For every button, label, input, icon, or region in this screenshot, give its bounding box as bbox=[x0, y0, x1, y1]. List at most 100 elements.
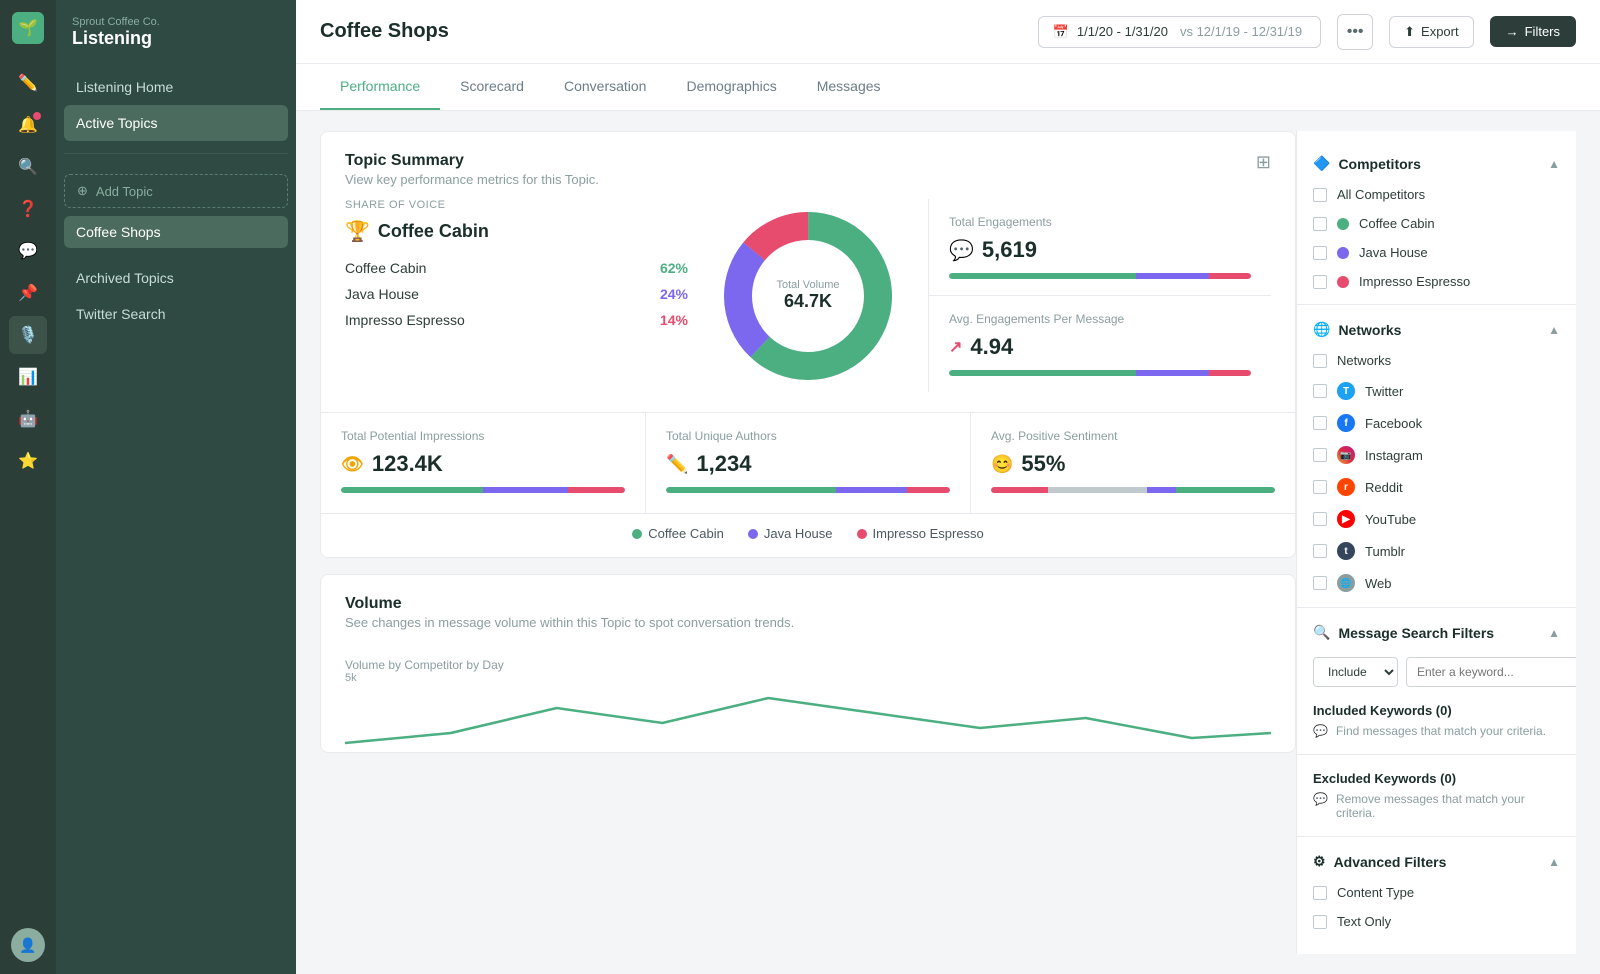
authors-bar bbox=[666, 487, 950, 493]
content-type-item[interactable]: Content Type bbox=[1297, 878, 1576, 907]
legend-dot bbox=[632, 529, 642, 539]
competitor-name: Impresso Espresso bbox=[345, 312, 465, 328]
content-area: Topic Summary View key performance metri… bbox=[296, 111, 1600, 974]
text-only-item[interactable]: Text Only bbox=[1297, 907, 1576, 936]
nav-icon-tasks[interactable]: 📌 bbox=[9, 274, 47, 312]
content-type-checkbox[interactable] bbox=[1313, 886, 1327, 900]
network-web[interactable]: 🌐 Web bbox=[1297, 567, 1576, 599]
competitor-name: Java House bbox=[345, 286, 419, 302]
youtube-icon: ▶ bbox=[1337, 510, 1355, 528]
sidebar-item-active-topics[interactable]: Active Topics bbox=[64, 105, 288, 141]
competitors-section-header[interactable]: 🔷 Competitors ▲ bbox=[1297, 147, 1576, 180]
legend-dot bbox=[857, 529, 867, 539]
export-button[interactable]: ⬆ Export bbox=[1389, 16, 1473, 48]
date-range-text: 1/1/20 - 1/31/20 bbox=[1077, 24, 1168, 39]
tab-performance[interactable]: Performance bbox=[320, 64, 440, 110]
competitor-coffee-cabin[interactable]: Coffee Cabin bbox=[1297, 209, 1576, 238]
network-youtube[interactable]: ▶ YouTube bbox=[1297, 503, 1576, 535]
nav-icon-notifications[interactable]: 🔔 bbox=[9, 106, 47, 144]
content-type-label: Content Type bbox=[1337, 885, 1414, 900]
competitor-java-house[interactable]: Java House bbox=[1297, 238, 1576, 267]
nav-icon-inbox[interactable]: 💬 bbox=[9, 232, 47, 270]
chat-icon: 💬 bbox=[949, 238, 974, 263]
pencil-icon: ✏️ bbox=[666, 454, 688, 475]
all-competitors-item[interactable]: All Competitors bbox=[1297, 180, 1576, 209]
tab-messages[interactable]: Messages bbox=[797, 64, 901, 110]
date-range-button[interactable]: 📅 1/1/20 - 1/31/20 vs 12/1/19 - 12/31/19 bbox=[1038, 16, 1321, 48]
message-search-title: 🔍 Message Search Filters bbox=[1313, 624, 1494, 641]
stat-value: ✏️ 1,234 bbox=[666, 451, 950, 477]
tab-conversation[interactable]: Conversation bbox=[544, 64, 667, 110]
competitor-checkbox[interactable] bbox=[1313, 217, 1327, 231]
chevron-up-icon: ▲ bbox=[1548, 855, 1560, 869]
topic-item-coffee-shops[interactable]: Coffee Shops bbox=[64, 216, 288, 248]
add-topic-button[interactable]: ⊕ Add Topic bbox=[64, 174, 288, 208]
message-search-section-header[interactable]: 🔍 Message Search Filters ▲ bbox=[1297, 616, 1576, 649]
nav-icon-reports[interactable]: 📊 bbox=[9, 358, 47, 396]
network-checkbox[interactable] bbox=[1313, 512, 1327, 526]
network-twitter[interactable]: T Twitter bbox=[1297, 375, 1576, 407]
network-name: Web bbox=[1365, 576, 1392, 591]
competitor-impresso[interactable]: Impresso Espresso bbox=[1297, 267, 1576, 296]
network-name: Twitter bbox=[1365, 384, 1403, 399]
competitors-title: 🔷 Competitors bbox=[1313, 155, 1421, 172]
divider bbox=[1297, 304, 1576, 305]
user-avatar[interactable]: 👤 bbox=[11, 928, 45, 962]
stat-avg-engagements: Avg. Engagements Per Message ↗ 4.94 bbox=[928, 296, 1271, 392]
filters-button[interactable]: → Filters bbox=[1490, 16, 1576, 47]
nav-icon-help[interactable]: ❓ bbox=[9, 190, 47, 228]
tabs-bar: Performance Scorecard Conversation Demog… bbox=[296, 64, 1600, 111]
network-checkbox[interactable] bbox=[1313, 384, 1327, 398]
keyword-input[interactable] bbox=[1406, 657, 1576, 687]
stat-value: 👁 123.4K bbox=[341, 451, 625, 477]
icon-bar: 🌱 ✏️ 🔔 🔍 ❓ 💬 📌 🎙️ 📊 🤖 ⭐ 👤 bbox=[0, 0, 56, 974]
network-instagram[interactable]: 📷 Instagram bbox=[1297, 439, 1576, 471]
advanced-filters-section-header[interactable]: ⚙ Advanced Filters ▲ bbox=[1297, 845, 1576, 878]
competitor-name: Coffee Cabin bbox=[345, 260, 426, 276]
networks-checkbox[interactable] bbox=[1313, 354, 1327, 368]
filter-include-select[interactable]: Include Exclude bbox=[1313, 657, 1398, 687]
tab-scorecard[interactable]: Scorecard bbox=[440, 64, 544, 110]
nav-icon-search[interactable]: 🔍 bbox=[9, 148, 47, 186]
y-axis-label: 5k bbox=[345, 672, 1271, 684]
networks-all-item[interactable]: Networks bbox=[1297, 346, 1576, 375]
network-reddit[interactable]: r Reddit bbox=[1297, 471, 1576, 503]
legend-label: Java House bbox=[764, 526, 833, 541]
network-tumblr[interactable]: t Tumblr bbox=[1297, 535, 1576, 567]
nav-icon-automations[interactable]: 🤖 bbox=[9, 400, 47, 438]
legend-java-house: Java House bbox=[748, 526, 833, 541]
sidebar-link-archived[interactable]: Archived Topics bbox=[56, 260, 296, 296]
network-checkbox[interactable] bbox=[1313, 576, 1327, 590]
filter-icon: → bbox=[1506, 24, 1519, 39]
chevron-up-icon: ▲ bbox=[1548, 626, 1560, 640]
nav-icon-listening[interactable]: 🎙️ bbox=[9, 316, 47, 354]
grid-icon[interactable]: ⊞ bbox=[1256, 152, 1271, 173]
network-name: Instagram bbox=[1365, 448, 1423, 463]
tab-demographics[interactable]: Demographics bbox=[666, 64, 796, 110]
nav-icon-favorites[interactable]: ⭐ bbox=[9, 442, 47, 480]
filter-icon: ⚙ bbox=[1313, 853, 1326, 870]
bottom-stats: Total Potential Impressions 👁 123.4K bbox=[321, 412, 1295, 513]
competitor-checkbox[interactable] bbox=[1313, 275, 1327, 289]
included-keywords-hint: 💬 Find messages that match your criteria… bbox=[1313, 724, 1560, 738]
sidebar-item-listening-home[interactable]: Listening Home bbox=[64, 69, 288, 105]
network-checkbox[interactable] bbox=[1313, 416, 1327, 430]
networks-section-header[interactable]: 🌐 Networks ▲ bbox=[1297, 313, 1576, 346]
more-options-button[interactable]: ••• bbox=[1337, 14, 1373, 50]
all-competitors-checkbox[interactable] bbox=[1313, 188, 1327, 202]
network-facebook[interactable]: f Facebook bbox=[1297, 407, 1576, 439]
progress-fill bbox=[949, 273, 1251, 279]
nav-icon-compose[interactable]: ✏️ bbox=[9, 64, 47, 102]
sidebar-link-twitter[interactable]: Twitter Search bbox=[56, 296, 296, 332]
add-icon: ⊕ bbox=[77, 183, 88, 199]
included-keywords-section: Included Keywords (0) 💬 Find messages th… bbox=[1297, 695, 1576, 746]
excluded-keywords-title: Excluded Keywords (0) bbox=[1313, 771, 1560, 786]
stat-total-authors: Total Unique Authors ✏️ 1,234 bbox=[646, 413, 971, 513]
text-only-checkbox[interactable] bbox=[1313, 915, 1327, 929]
network-checkbox[interactable] bbox=[1313, 544, 1327, 558]
competitor-dot bbox=[1337, 276, 1349, 288]
network-checkbox[interactable] bbox=[1313, 480, 1327, 494]
network-checkbox[interactable] bbox=[1313, 448, 1327, 462]
all-competitors-label: All Competitors bbox=[1337, 187, 1425, 202]
competitor-checkbox[interactable] bbox=[1313, 246, 1327, 260]
